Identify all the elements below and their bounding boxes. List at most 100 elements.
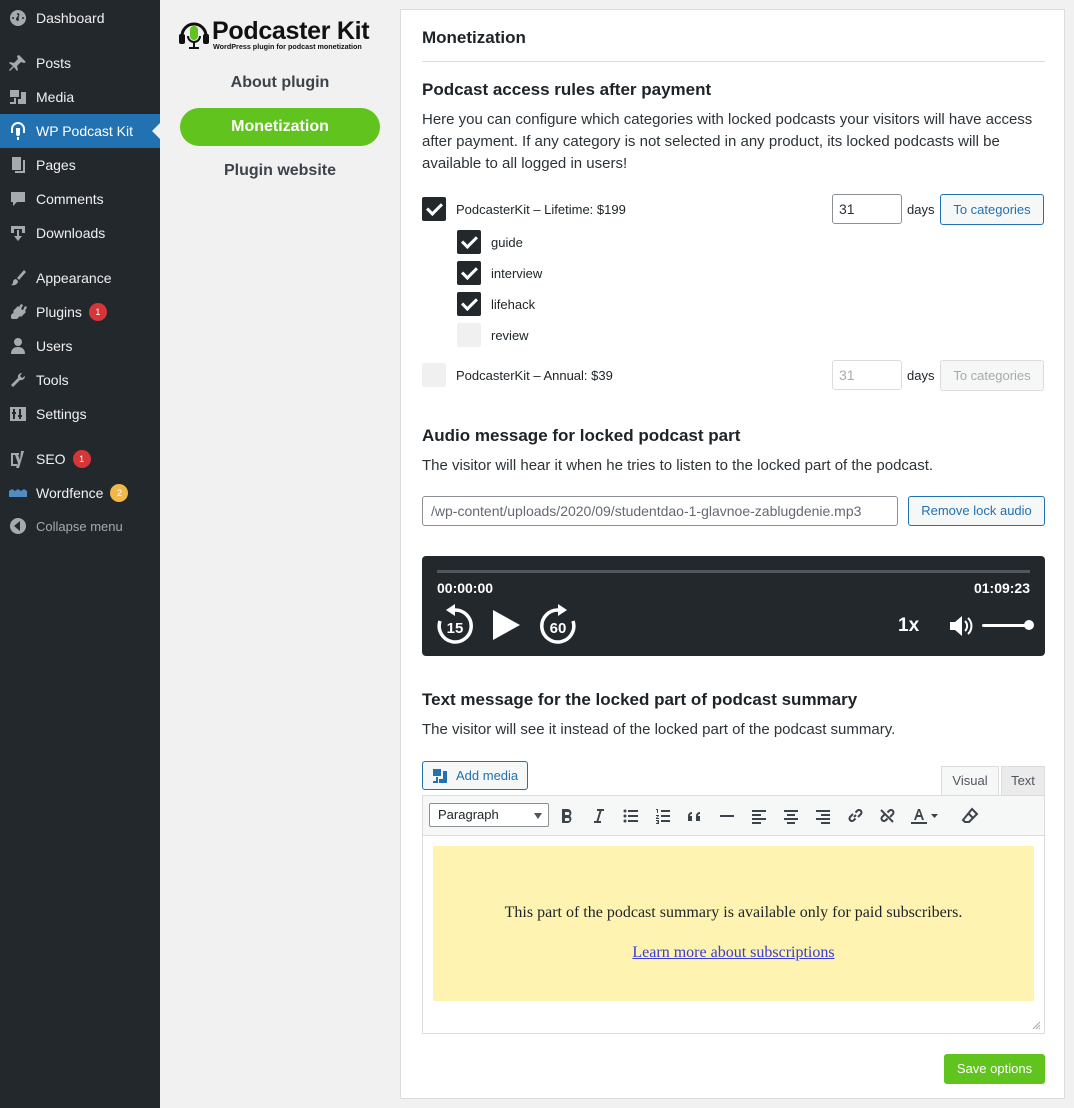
sidebar-item-label: Posts bbox=[36, 55, 72, 71]
audio-file-url-input[interactable]: /wp-content/uploads/2020/09/studentdao-1… bbox=[422, 496, 898, 526]
link-icon[interactable] bbox=[845, 806, 865, 826]
sidebar-item-label: Users bbox=[36, 338, 73, 354]
plug-icon bbox=[0, 302, 36, 322]
numbered-list-icon[interactable] bbox=[653, 806, 673, 826]
notification-count-badge: 2 bbox=[110, 484, 129, 502]
remove-lock-audio-button[interactable]: Remove lock audio bbox=[908, 496, 1045, 526]
category-review-checkbox[interactable] bbox=[457, 323, 481, 347]
sidebar-item-label: Media bbox=[36, 89, 75, 105]
sidebar-item-label: Settings bbox=[36, 406, 87, 422]
sidebar-item-users[interactable]: Users bbox=[0, 329, 160, 363]
plugin-nav-about[interactable]: About plugin bbox=[180, 64, 380, 102]
play-button[interactable] bbox=[490, 608, 522, 642]
italic-icon[interactable] bbox=[589, 806, 609, 826]
clear-formatting-icon[interactable] bbox=[960, 806, 980, 826]
sidebar-item-pages[interactable]: Pages bbox=[0, 148, 160, 182]
sidebar-item-label: Appearance bbox=[36, 270, 112, 286]
unlink-icon[interactable] bbox=[877, 806, 897, 826]
format-select[interactable]: Paragraph bbox=[429, 803, 549, 827]
wrench-icon bbox=[0, 370, 36, 390]
locked-content-block[interactable]: This part of the podcast summary is avai… bbox=[433, 846, 1034, 1001]
product-lifetime-checkbox[interactable] bbox=[422, 197, 446, 221]
lifetime-to-categories-button[interactable]: To categories bbox=[940, 194, 1044, 225]
volume-slider[interactable] bbox=[982, 624, 1030, 627]
plugin-nav-monetization[interactable]: Monetization bbox=[180, 108, 380, 146]
sidebar-item-plugins[interactable]: Plugins 1 bbox=[0, 295, 160, 329]
sidebar-item-settings[interactable]: Settings bbox=[0, 397, 160, 431]
logo-subtitle: WordPress plugin for podcast monetizatio… bbox=[213, 42, 362, 51]
audio-message-description: The visitor will hear it when he tries t… bbox=[422, 457, 934, 474]
sidebar-item-tools[interactable]: Tools bbox=[0, 363, 160, 397]
sidebar-item-label: Pages bbox=[36, 157, 76, 173]
category-label: review bbox=[491, 328, 529, 343]
sidebar-item-appearance[interactable]: Appearance bbox=[0, 261, 160, 295]
align-left-icon[interactable] bbox=[749, 806, 769, 826]
sidebar-item-wordfence[interactable]: Wordfence 2 bbox=[0, 476, 160, 510]
sidebar-item-media[interactable]: Media bbox=[0, 80, 160, 114]
admin-sidebar: Dashboard Posts Media WP Podcast Kit Pag… bbox=[0, 0, 160, 1108]
duration: 01:09:23 bbox=[973, 580, 1030, 596]
resize-handle-icon[interactable] bbox=[1032, 1021, 1041, 1030]
annual-to-categories-button[interactable]: To categories bbox=[940, 360, 1044, 391]
subscriptions-link[interactable]: Learn more about subscriptions bbox=[433, 944, 1034, 962]
align-center-icon[interactable] bbox=[781, 806, 801, 826]
sidebar-item-posts[interactable]: Posts bbox=[0, 46, 160, 80]
annual-days-input[interactable] bbox=[832, 360, 902, 390]
collapse-menu-button[interactable]: Collapse menu bbox=[0, 509, 160, 543]
media-icon bbox=[0, 87, 36, 107]
access-rules-heading: Podcast access rules after payment bbox=[422, 80, 712, 99]
days-label: days bbox=[907, 202, 935, 217]
bullet-list-icon[interactable] bbox=[621, 806, 641, 826]
dashboard-icon bbox=[0, 8, 36, 28]
product-annual-label: PodcasterKit – Annual: $39 bbox=[456, 368, 613, 383]
tab-text[interactable]: Text bbox=[1001, 766, 1045, 796]
audio-message-heading: Audio message for locked podcast part bbox=[422, 426, 741, 445]
volume-slider-handle[interactable] bbox=[1024, 620, 1034, 630]
forward-60-button[interactable]: 60 bbox=[538, 604, 578, 646]
sidebar-item-comments[interactable]: Comments bbox=[0, 182, 160, 216]
summary-editor: Paragraph This part of the podcast summa… bbox=[422, 795, 1045, 1034]
product-lifetime-label: PodcasterKit – Lifetime: $199 bbox=[456, 202, 626, 217]
sliders-icon bbox=[0, 404, 36, 424]
pin-icon bbox=[0, 53, 36, 73]
plugin-nav-website[interactable]: Plugin website bbox=[180, 152, 380, 190]
add-media-label: Add media bbox=[456, 768, 519, 783]
volume-icon[interactable] bbox=[948, 614, 974, 638]
sidebar-item-label: Dashboard bbox=[36, 10, 105, 26]
comment-icon bbox=[0, 189, 36, 209]
playback-speed-button[interactable]: 1x bbox=[898, 615, 919, 637]
sidebar-item-label: Collapse menu bbox=[36, 518, 123, 534]
sidebar-item-label: Plugins bbox=[36, 304, 82, 320]
save-options-button[interactable]: Save options bbox=[944, 1054, 1045, 1084]
category-guide-checkbox[interactable] bbox=[457, 230, 481, 254]
days-label: days bbox=[907, 368, 935, 383]
align-right-icon[interactable] bbox=[813, 806, 833, 826]
product-annual-checkbox[interactable] bbox=[422, 363, 446, 387]
page-title: Monetization bbox=[422, 28, 526, 47]
sidebar-item-downloads[interactable]: Downloads bbox=[0, 216, 160, 250]
pages-icon bbox=[0, 155, 36, 175]
bold-icon[interactable] bbox=[557, 806, 577, 826]
tab-visual[interactable]: Visual bbox=[941, 766, 999, 796]
sidebar-item-dashboard[interactable]: Dashboard bbox=[0, 1, 160, 35]
horizontal-line-icon[interactable] bbox=[717, 806, 737, 826]
collapse-icon bbox=[0, 516, 36, 536]
rewind-15-button[interactable]: 15 bbox=[435, 604, 475, 646]
download-icon bbox=[0, 223, 36, 243]
monetization-panel: Monetization Podcast access rules after … bbox=[400, 9, 1065, 1099]
blockquote-icon[interactable] bbox=[685, 806, 705, 826]
category-interview-checkbox[interactable] bbox=[457, 261, 481, 285]
add-media-button[interactable]: Add media bbox=[422, 761, 528, 790]
notification-count-badge: 1 bbox=[72, 450, 91, 468]
category-label: guide bbox=[491, 235, 523, 250]
progress-track[interactable] bbox=[437, 570, 1030, 573]
wordfence-icon bbox=[0, 483, 36, 503]
yoast-icon bbox=[0, 449, 36, 469]
lifetime-days-input[interactable] bbox=[832, 194, 902, 224]
category-label: lifehack bbox=[491, 297, 536, 312]
sidebar-item-label: Downloads bbox=[36, 225, 106, 241]
sidebar-item-seo[interactable]: SEO 1 bbox=[0, 442, 160, 476]
category-lifehack-checkbox[interactable] bbox=[457, 292, 481, 316]
text-color-icon[interactable] bbox=[908, 806, 938, 826]
sidebar-item-wp-podcast-kit[interactable]: WP Podcast Kit bbox=[0, 114, 160, 148]
